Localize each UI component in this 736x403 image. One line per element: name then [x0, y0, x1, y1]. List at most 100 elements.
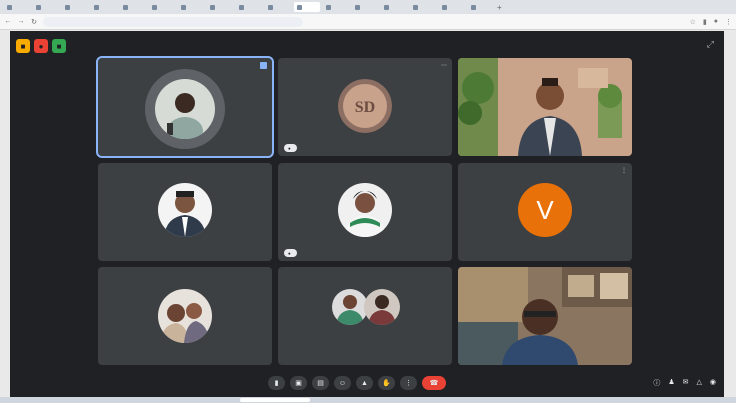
mic-off-icon: ● [288, 145, 291, 151]
participant-tile[interactable]: SD ⋯ ● [278, 58, 452, 156]
present-icon: ▲ [361, 379, 368, 387]
avatar [158, 183, 212, 237]
browser-tab[interactable] [439, 2, 465, 12]
tab-favicon-icon [297, 4, 302, 10]
chat-icon[interactable]: ✉ [683, 378, 689, 388]
browser-tab[interactable] [323, 2, 349, 12]
activities-icon[interactable]: △ [697, 378, 702, 388]
browser-tab[interactable] [352, 2, 378, 12]
present-button[interactable]: ▲ [356, 376, 373, 390]
participant-tile[interactable]: ● [278, 163, 452, 261]
meet-call-area: ■ ● ■ ⤢ SD ⋯ ● ● V ⋮ ▮ ▣ ▤ ☺ ▲ ✋ ⋮ ☎ ⓘ ♟… [10, 31, 724, 397]
more-button[interactable]: ⋮ [400, 376, 417, 390]
call-controls: ▮ ▣ ▤ ☺ ▲ ✋ ⋮ ☎ [268, 376, 446, 390]
more-options-icon[interactable]: ⋯ [441, 62, 447, 69]
notes-icon[interactable]: ■ [16, 39, 30, 53]
menu-icon[interactable]: ⋮ [725, 18, 732, 26]
avatar [338, 183, 392, 237]
browser-tab[interactable] [381, 2, 407, 12]
tab-favicon-icon [94, 4, 99, 10]
emoji-icon: ☺ [338, 379, 347, 387]
profile-icon[interactable]: ● [714, 18, 718, 26]
tab-favicon-icon [326, 4, 331, 10]
fullscreen-icon[interactable]: ⤢ [707, 39, 714, 50]
side-panel-controls: ⓘ ♟ ✉ △ ◉ [653, 378, 716, 388]
pinned-icon[interactable] [260, 62, 267, 69]
forward-icon[interactable]: → [17, 18, 25, 25]
os-taskbar [0, 397, 736, 403]
captions-button[interactable]: ▤ [312, 376, 329, 390]
browser-tab[interactable] [62, 2, 88, 12]
record-icon[interactable]: ● [34, 39, 48, 53]
meeting-control-bar: ▮ ▣ ▤ ☺ ▲ ✋ ⋮ ☎ ⓘ ♟ ✉ △ ◉ [10, 369, 724, 397]
mic-off-icon: ● [288, 250, 291, 256]
participant-tile[interactable]: V ⋮ [458, 163, 632, 261]
back-icon[interactable]: ← [4, 18, 12, 25]
browser-tab[interactable] [207, 2, 233, 12]
browser-tab[interactable] [265, 2, 291, 12]
browser-tab[interactable] [236, 2, 262, 12]
video-feed [458, 267, 632, 365]
browser-tab[interactable] [468, 2, 494, 12]
people-icon[interactable]: ♟ [668, 378, 674, 388]
name-pill: ● [284, 249, 297, 257]
tab-favicon-icon [239, 4, 244, 10]
name-pill: ● [284, 144, 297, 152]
tab-favicon-icon [123, 4, 128, 10]
end-call-button[interactable]: ☎ [422, 376, 446, 390]
participant-tile[interactable] [98, 163, 272, 261]
lock-icon[interactable]: ◉ [710, 378, 716, 388]
browser-tab[interactable] [294, 2, 320, 12]
tab-favicon-icon [152, 4, 157, 10]
browser-tab[interactable] [91, 2, 117, 12]
avatar-letter: V [536, 194, 554, 225]
browser-tab[interactable] [178, 2, 204, 12]
avatar [332, 289, 368, 325]
reload-icon[interactable]: ↻ [30, 18, 38, 26]
video-feed [458, 58, 632, 156]
tab-favicon-icon [181, 4, 186, 10]
hand-icon: ✋ [382, 380, 391, 387]
tab-favicon-icon [355, 4, 360, 10]
browser-tab[interactable] [33, 2, 59, 12]
avatar [155, 79, 215, 139]
screen: + ← → ↻ ☆ ▮ ● ⋮ ■ ● ■ ⤢ SD ⋯ ● ● V ⋮ ▮ ▣… [0, 0, 736, 403]
tab-favicon-icon [7, 4, 12, 10]
avatar [158, 289, 212, 343]
mic-button[interactable]: ▮ [268, 376, 285, 390]
participant-tile[interactable] [96, 56, 274, 158]
tab-favicon-icon [36, 4, 41, 10]
more-icon: ⋮ [405, 380, 412, 387]
tab-favicon-icon [384, 4, 389, 10]
tab-favicon-icon [471, 4, 476, 10]
new-tab-icon[interactable]: + [497, 3, 502, 12]
browser-tab[interactable] [120, 2, 146, 12]
mic-icon: ▮ [274, 380, 279, 387]
camera-button[interactable]: ▣ [290, 376, 307, 390]
browser-actions: ☆ ▮ ● ⋮ [690, 18, 732, 26]
browser-tab[interactable] [410, 2, 436, 12]
participant-tile[interactable] [458, 267, 632, 365]
top-left-icons: ■ ● ■ [16, 39, 66, 53]
participant-tile[interactable] [458, 58, 632, 156]
extensions-icon[interactable]: ▮ [703, 18, 707, 26]
participant-tile[interactable] [98, 267, 272, 365]
camera-icon: ▣ [295, 380, 302, 387]
tab-favicon-icon [442, 4, 447, 10]
tab-favicon-icon [210, 4, 215, 10]
browser-tab[interactable] [4, 2, 30, 12]
emoji-button[interactable]: ☺ [334, 376, 351, 390]
captions-on-icon[interactable]: ■ [52, 39, 66, 53]
taskbar-search[interactable] [240, 398, 310, 402]
captions-icon: ▤ [317, 380, 324, 387]
info-icon[interactable]: ⓘ [653, 378, 660, 388]
browser-tab[interactable] [149, 2, 175, 12]
star-icon[interactable]: ☆ [690, 18, 696, 26]
tab-favicon-icon [268, 4, 273, 10]
browser-toolbar: ← → ↻ ☆ ▮ ● ⋮ [0, 14, 736, 30]
address-bar[interactable] [43, 16, 303, 27]
raise-hand-button[interactable]: ✋ [378, 376, 395, 390]
more-options-icon[interactable]: ⋮ [621, 167, 627, 174]
avatar: V [518, 183, 572, 237]
participant-tile[interactable] [278, 267, 452, 365]
